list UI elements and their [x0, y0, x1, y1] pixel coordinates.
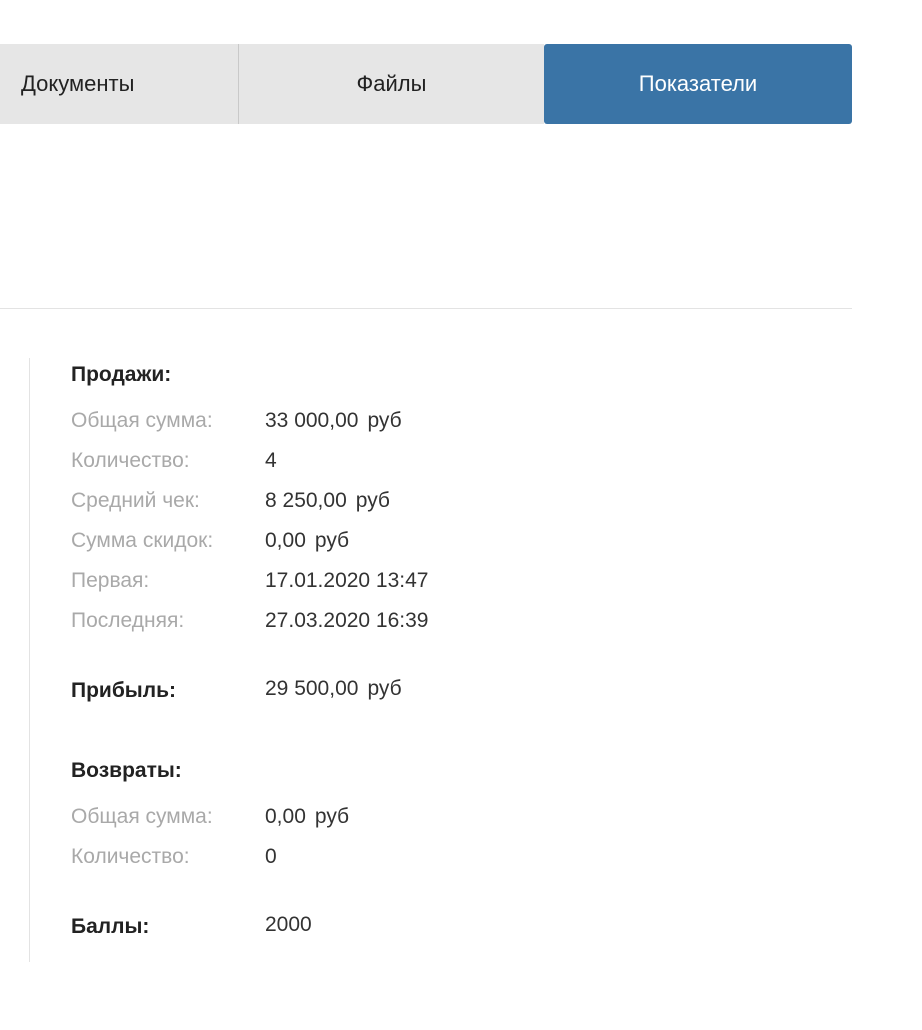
sales-avg-amount: 8 250,00 — [265, 489, 347, 512]
tab-indicators-label: Показатели — [638, 71, 758, 96]
sales-last-value: 27.03.2020 16:39 — [265, 609, 429, 632]
sales-count-value: 4 — [265, 449, 277, 472]
returns-total-label: Общая сумма: — [71, 805, 213, 828]
returns-count-value: 0 — [265, 845, 277, 868]
sales-title: Продажи: — [71, 363, 172, 386]
sales-discount-amount: 0,00 — [265, 529, 306, 552]
sales-discount-value: 0,00 руб — [265, 529, 349, 553]
tab-files[interactable]: Файлы — [239, 44, 544, 124]
section-divider — [0, 308, 852, 309]
sales-total-amount: 33 000,00 — [265, 409, 359, 432]
tab-bar: Документы Файлы Показатели — [0, 44, 852, 124]
tab-documents[interactable]: Документы — [0, 44, 239, 124]
tab-documents-label: Документы — [21, 71, 135, 96]
returns-total-value: 0,00 руб — [265, 805, 349, 829]
sales-last-label: Последняя: — [71, 609, 185, 632]
profit-value: 29 500,00 руб — [265, 677, 402, 701]
points-title: Баллы: — [71, 915, 150, 938]
returns-total-unit: руб — [314, 805, 350, 828]
profit-title: Прибыль: — [71, 679, 176, 702]
sales-total-label: Общая сумма: — [71, 409, 213, 432]
sales-discount-unit: руб — [314, 529, 350, 552]
sales-avg-label: Средний чек: — [71, 489, 200, 512]
points-value: 2000 — [265, 913, 312, 936]
sales-avg-value: 8 250,00 руб — [265, 489, 390, 513]
returns-title: Возвраты: — [71, 759, 182, 782]
sales-first-value: 17.01.2020 13:47 — [265, 569, 429, 592]
sales-total-value: 33 000,00 руб — [265, 409, 402, 433]
returns-count-label: Количество: — [71, 845, 190, 868]
sales-count-label: Количество: — [71, 449, 190, 472]
returns-total-amount: 0,00 — [265, 805, 306, 828]
profit-amount: 29 500,00 — [265, 677, 359, 700]
sales-total-unit: руб — [367, 409, 402, 432]
tab-indicators[interactable]: Показатели — [544, 44, 852, 124]
sales-avg-unit: руб — [355, 489, 390, 512]
profit-unit: руб — [367, 677, 402, 700]
indicators-panel: Продажи: Общая сумма: 33 000,00 руб Колич… — [29, 358, 590, 962]
tab-files-label: Файлы — [356, 71, 427, 96]
sales-first-label: Первая: — [71, 569, 150, 592]
sales-discount-label: Сумма скидок: — [71, 529, 214, 552]
